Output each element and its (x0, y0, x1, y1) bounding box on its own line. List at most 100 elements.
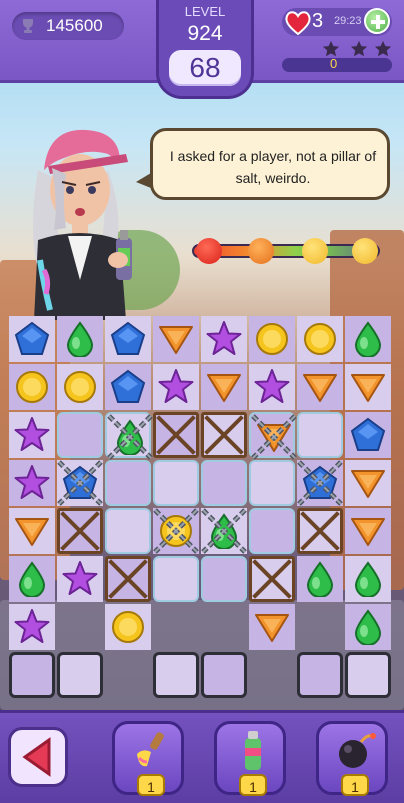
chain-lock-icon (153, 508, 199, 554)
chain-lock-icon (297, 460, 343, 506)
back-button[interactable] (8, 727, 68, 787)
gem-tile[interactable] (57, 556, 103, 602)
bottom-toolbar: 1 1 1 (0, 710, 404, 803)
chained-gem-tile[interactable] (201, 508, 247, 554)
ice-block-tile[interactable] (105, 508, 151, 554)
wooden-crate-tile[interactable] (297, 508, 343, 554)
ice-block-tile[interactable] (249, 460, 295, 506)
purple-star-gem-icon (254, 369, 290, 403)
speech-text: I asked for a player, not a pillar of sa… (169, 148, 377, 186)
board-empty-cell (153, 604, 199, 650)
gem-tile[interactable] (9, 508, 55, 554)
gem-tile[interactable] (105, 604, 151, 650)
speech-bubble: I asked for a player, not a pillar of sa… (150, 128, 390, 200)
ice-block-tile[interactable] (153, 460, 199, 506)
gem-tile[interactable] (9, 364, 55, 410)
gem-tile[interactable] (345, 460, 391, 506)
metal-grate-tile (345, 652, 391, 698)
lives-timer: 29:23 (334, 15, 362, 27)
gem-tile[interactable] (249, 604, 295, 650)
gem-tile[interactable] (153, 316, 199, 362)
game-board (9, 316, 395, 704)
green-drop-gem-icon (354, 561, 382, 597)
star-icon (350, 40, 368, 57)
chain-lock-icon (107, 414, 153, 460)
ice-block-tile[interactable] (153, 556, 199, 602)
ice-block-tile[interactable] (201, 556, 247, 602)
purple-star-gem-icon (14, 609, 50, 643)
gem-tile[interactable] (249, 316, 295, 362)
gem-tile[interactable] (345, 508, 391, 554)
gem-tile[interactable] (105, 316, 151, 362)
gem-tile[interactable] (9, 412, 55, 458)
gem-tile[interactable] (249, 364, 295, 410)
level-label: LEVEL (184, 4, 226, 19)
add-lives-button[interactable] (364, 8, 390, 34)
gem-tile[interactable] (9, 604, 55, 650)
chained-gem-tile[interactable] (249, 412, 297, 460)
board-empty-cell (297, 604, 343, 650)
blue-pentagon-gem-icon (110, 321, 146, 355)
gem-tile[interactable] (345, 316, 391, 362)
mood-meter (186, 238, 392, 264)
chained-gem-tile[interactable] (153, 508, 199, 554)
booster-count: 1 (137, 774, 165, 796)
wooden-crate-tile[interactable] (153, 412, 199, 458)
gem-tile[interactable] (201, 316, 247, 362)
bomb-booster-icon (339, 733, 376, 768)
wooden-crate-tile[interactable] (249, 556, 295, 602)
gem-tile[interactable] (9, 556, 55, 602)
gem-tile[interactable] (297, 316, 343, 362)
gem-tile[interactable] (57, 316, 103, 362)
ice-block-tile[interactable] (249, 508, 295, 554)
score-value: 145600 (46, 16, 103, 35)
chain-lock-icon (251, 414, 297, 460)
chain-lock-icon (201, 508, 247, 554)
board-empty-cell (105, 652, 151, 698)
paintbrush-booster-button[interactable]: 1 (112, 721, 184, 796)
gem-tile[interactable] (9, 316, 55, 362)
board-empty-cell (249, 652, 295, 698)
character-avatar (33, 129, 132, 320)
gem-tile[interactable] (9, 460, 55, 506)
bomb-booster-button[interactable]: 1 (316, 721, 388, 796)
lives-display: 3 29:23 (282, 8, 392, 36)
ice-block-tile[interactable] (297, 412, 343, 458)
moves-counter: 68 (169, 50, 241, 86)
green-drop-gem-icon (18, 561, 46, 597)
chained-gem-tile[interactable] (57, 460, 103, 506)
wooden-crate-tile[interactable] (105, 556, 151, 602)
angry-face-icon (196, 238, 222, 264)
yellow-circle-gem-icon (112, 611, 144, 643)
star-progress-value: 0 (330, 56, 338, 71)
chained-gem-tile[interactable] (297, 460, 343, 506)
wooden-crate-tile[interactable] (201, 412, 247, 458)
spray-can-booster-button[interactable]: 1 (214, 721, 286, 796)
green-drop-gem-icon (354, 609, 382, 645)
gem-tile[interactable] (57, 364, 103, 410)
gem-tile[interactable] (297, 556, 343, 602)
ice-block-tile[interactable] (57, 412, 103, 458)
gem-tile[interactable] (153, 364, 199, 410)
green-drop-gem-icon (354, 321, 382, 357)
gem-tile[interactable] (201, 364, 247, 410)
gem-tile[interactable] (297, 364, 343, 410)
chain-lock-icon (57, 460, 103, 506)
ice-block-tile[interactable] (105, 460, 151, 506)
gem-tile[interactable] (345, 412, 391, 458)
wooden-crate-tile[interactable] (57, 508, 103, 554)
ice-block-tile[interactable] (201, 460, 247, 506)
level-number: 924 (187, 22, 223, 45)
back-arrow-icon (22, 737, 51, 777)
metal-grate-tile (57, 652, 103, 698)
lives-count: 3 (312, 10, 324, 32)
gem-tile[interactable] (105, 364, 151, 410)
chained-gem-tile[interactable] (105, 412, 153, 460)
blue-pentagon-gem-icon (14, 321, 50, 355)
metal-grate-tile (9, 652, 55, 698)
gem-tile[interactable] (345, 556, 391, 602)
board-empty-cell (201, 604, 247, 650)
gem-tile[interactable] (345, 364, 391, 410)
neutral-face-icon (302, 238, 328, 264)
gem-tile[interactable] (345, 604, 391, 650)
